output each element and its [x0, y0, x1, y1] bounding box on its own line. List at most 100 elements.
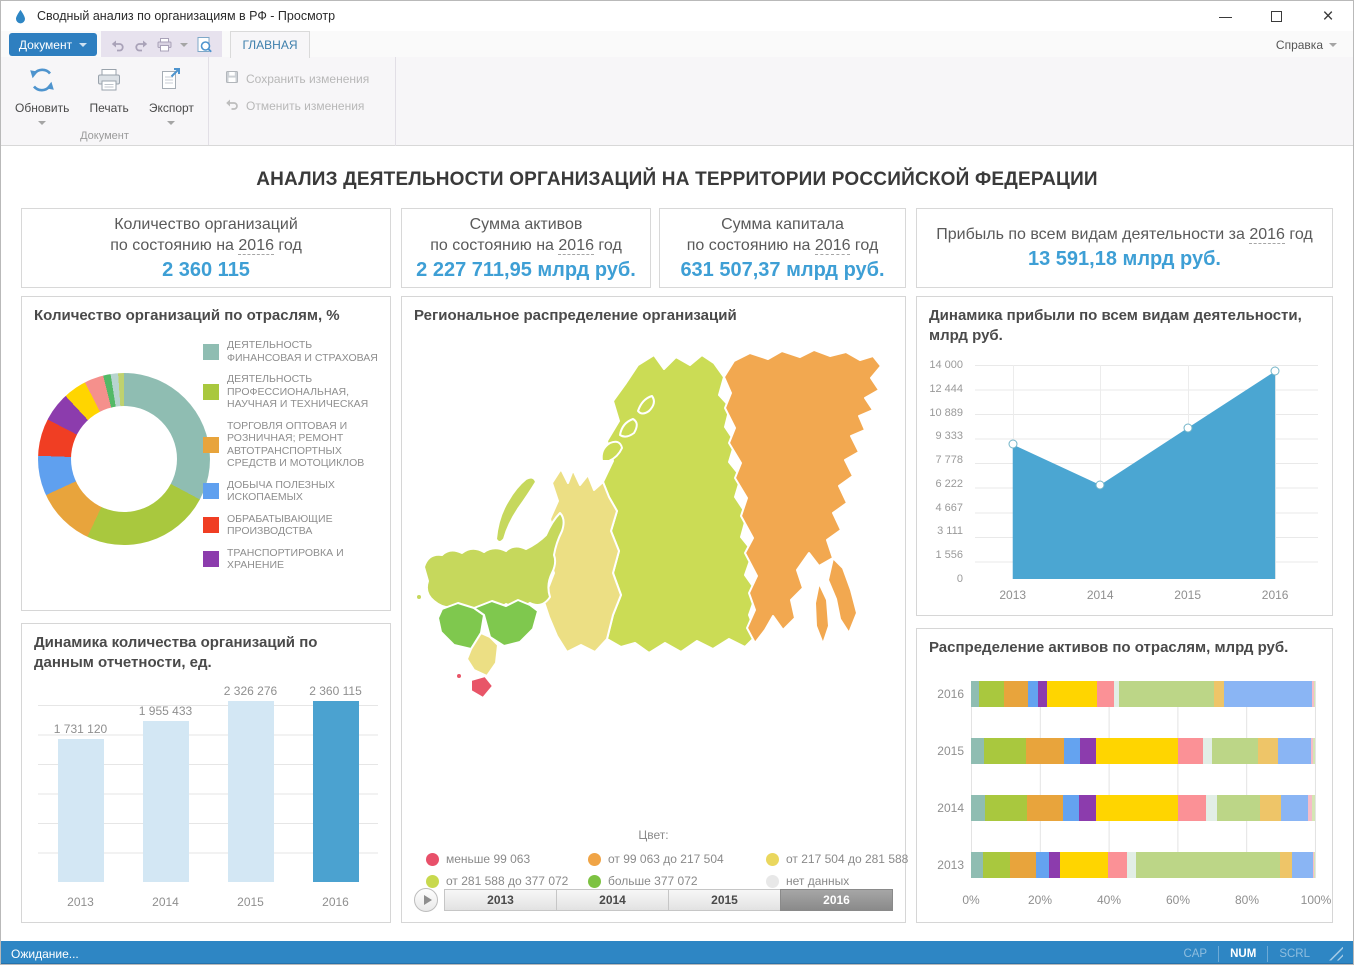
bar-segment[interactable]	[983, 852, 1009, 878]
bar-segment[interactable]	[1027, 795, 1063, 821]
bar-segment[interactable]	[1212, 738, 1257, 764]
kpi-year-param[interactable]: 2016	[558, 237, 594, 255]
bar-segment[interactable]	[1038, 681, 1047, 707]
undo-changes-button[interactable]: Отменить изменения	[225, 97, 395, 114]
refresh-button[interactable]: Обновить	[9, 64, 75, 127]
bar-segment[interactable]	[1080, 738, 1096, 764]
bar-segment[interactable]	[1292, 852, 1313, 878]
bar-segment[interactable]	[971, 852, 983, 878]
bar-segment[interactable]	[1028, 681, 1038, 707]
bar-segment[interactable]	[1064, 738, 1081, 764]
print-dropdown-icon[interactable]	[180, 43, 188, 51]
y-category-label: 2016	[924, 687, 964, 701]
bar-segment[interactable]	[1026, 738, 1064, 764]
stacked-bar-chart[interactable]: 2016201520142013	[971, 681, 1316, 878]
year-button-2013[interactable]: 2013	[444, 889, 557, 911]
data-point-marker	[1096, 480, 1105, 489]
kpi-year-param[interactable]: 2016	[1249, 226, 1285, 244]
bar-segment[interactable]	[1280, 852, 1292, 878]
bar-segment[interactable]	[1178, 738, 1204, 764]
bar-segment[interactable]	[1312, 795, 1315, 821]
bar-segment[interactable]	[1108, 852, 1128, 878]
bar[interactable]	[58, 739, 104, 882]
stacked-row: 2013	[971, 852, 1315, 878]
bar-segment[interactable]	[1119, 681, 1214, 707]
bar-segment[interactable]	[1278, 738, 1311, 764]
bar[interactable]	[313, 701, 359, 882]
save-changes-button[interactable]: Сохранить изменения	[225, 70, 395, 87]
bar-segment[interactable]	[984, 738, 1026, 764]
legend-item: ДЕЯТЕЛЬНОСТЬ ФИНАНСОВАЯ И СТРАХОВАЯ	[203, 339, 385, 364]
bar-segment[interactable]	[1217, 795, 1260, 821]
bar-segment[interactable]	[1314, 852, 1315, 878]
minimize-button[interactable]	[1219, 10, 1232, 23]
bar[interactable]	[228, 701, 274, 882]
help-menu[interactable]: Справка	[1276, 31, 1337, 58]
year-button-2014[interactable]: 2014	[556, 889, 669, 911]
year-button-2015[interactable]: 2015	[668, 889, 781, 911]
bar-segment[interactable]	[1063, 795, 1080, 821]
kpi-year-param[interactable]: 2016	[815, 237, 851, 255]
print-button[interactable]: Печать	[83, 64, 134, 127]
bar-segment[interactable]	[1004, 681, 1027, 707]
russia-map[interactable]	[414, 349, 896, 711]
bar-segment[interactable]	[1224, 681, 1312, 707]
bar-segment[interactable]	[1281, 795, 1309, 821]
close-button[interactable]: ×	[1321, 10, 1335, 23]
kpi-year-param[interactable]: 2016	[238, 237, 274, 255]
tab-glavnaya[interactable]: ГЛАВНАЯ	[230, 31, 310, 58]
kpi-card-profit: Прибыль по всем видам деятельности за 20…	[916, 208, 1333, 288]
bar-segment[interactable]	[1060, 852, 1107, 878]
bar-segment[interactable]	[1097, 681, 1114, 707]
redo-icon[interactable]	[133, 37, 149, 53]
legend-swatch	[203, 517, 219, 533]
play-button[interactable]	[414, 888, 438, 912]
undo-icon	[225, 97, 239, 114]
bar-segment[interactable]	[1079, 795, 1096, 821]
bar-segment[interactable]	[1096, 795, 1179, 821]
bar[interactable]	[143, 721, 189, 882]
bar-segment[interactable]	[985, 795, 1026, 821]
bar-segment[interactable]	[1206, 795, 1217, 821]
bar-segment[interactable]	[1096, 738, 1178, 764]
bar-segment[interactable]	[1047, 681, 1098, 707]
x-tick-label: 2013	[50, 895, 112, 909]
bar-segment[interactable]	[1036, 852, 1049, 878]
map-region-kaliningrad	[416, 594, 422, 600]
document-menu-button[interactable]: Документ	[9, 33, 97, 56]
bar-segment[interactable]	[1203, 738, 1212, 764]
bar-chart[interactable]: 1 731 1201 955 4332 326 2762 360 115	[38, 684, 378, 882]
bar-segment[interactable]	[1010, 852, 1036, 878]
bar-segment[interactable]	[971, 681, 979, 707]
export-dropdown-icon[interactable]	[167, 121, 175, 129]
panel-map: Региональное распределение организаций	[401, 296, 906, 923]
y-tick-label: 14 000	[929, 359, 963, 371]
bars-title: Динамика количества организаций по данны…	[22, 624, 390, 673]
refresh-dropdown-icon[interactable]	[38, 121, 46, 129]
preview-icon[interactable]	[195, 36, 213, 54]
status-indicator-scrl: SCRL	[1267, 946, 1321, 962]
bar-segment[interactable]	[1049, 852, 1060, 878]
bar-segment[interactable]	[1314, 681, 1315, 707]
print-quick-icon[interactable]	[156, 37, 173, 53]
undo-icon[interactable]	[110, 37, 126, 53]
bar-segment[interactable]	[979, 681, 1004, 707]
export-button[interactable]: Экспорт	[143, 64, 200, 127]
tab-label: ГЛАВНАЯ	[242, 38, 297, 52]
bar-segment[interactable]	[971, 738, 984, 764]
bar-segment[interactable]	[1260, 795, 1281, 821]
donut-chart[interactable]	[38, 373, 210, 545]
resize-grip[interactable]	[1329, 947, 1343, 961]
bar-segment[interactable]	[1214, 681, 1224, 707]
area-chart[interactable]	[975, 365, 1318, 579]
year-button-2016[interactable]: 2016	[780, 889, 893, 911]
kpi-value: 13 591,18 млрд руб.	[1028, 246, 1221, 272]
bar-segment[interactable]	[1258, 738, 1278, 764]
bar-segment[interactable]	[1136, 852, 1280, 878]
maximize-button[interactable]	[1270, 10, 1283, 23]
bar-segment[interactable]	[1127, 852, 1136, 878]
bar-segment[interactable]	[971, 795, 985, 821]
group-label-document: Документ	[1, 130, 208, 142]
bar-segment[interactable]	[1178, 795, 1205, 821]
bar-segment[interactable]	[1313, 738, 1315, 764]
